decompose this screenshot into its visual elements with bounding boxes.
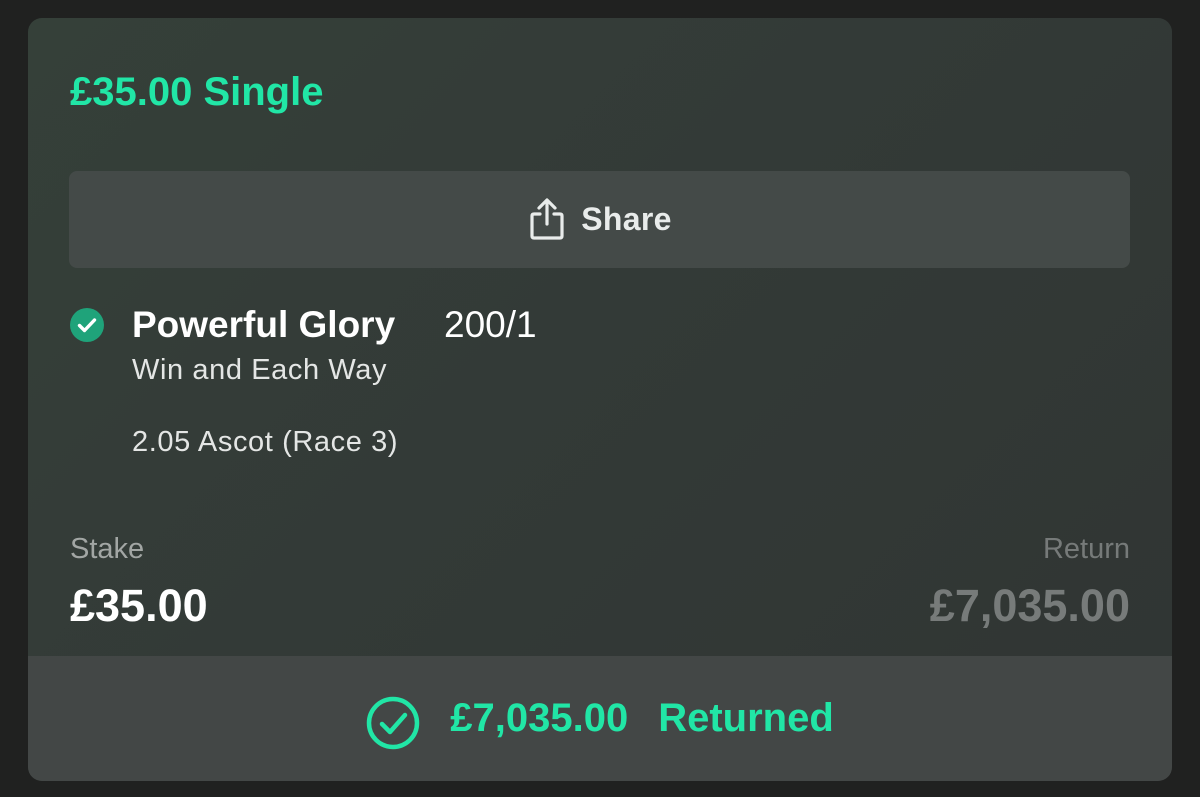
result-footer: £7,035.00 Returned (28, 656, 1172, 781)
bet-card: £35.00 Single Share Powerful Glory 200/1… (28, 18, 1172, 781)
stake-value: £35.00 (70, 580, 208, 631)
returned-amount: £7,035.00 (450, 696, 629, 740)
share-button[interactable]: Share (69, 171, 1130, 268)
selection-odds: 200/1 (444, 304, 537, 345)
return-label: Return (1042, 533, 1130, 565)
bet-title: £35.00 Single (70, 70, 324, 114)
return-value: £7,035.00 (929, 580, 1130, 631)
market-name: Win and Each Way (132, 354, 388, 386)
share-icon (530, 197, 564, 240)
check-circle-outline-icon (366, 696, 420, 749)
stake-label: Stake (70, 533, 145, 565)
check-circle-icon (70, 308, 104, 342)
returned-status: Returned (658, 696, 834, 740)
selection-name: Powerful Glory (132, 304, 396, 345)
event-name: 2.05 Ascot (Race 3) (132, 426, 399, 458)
share-label: Share (581, 201, 672, 237)
